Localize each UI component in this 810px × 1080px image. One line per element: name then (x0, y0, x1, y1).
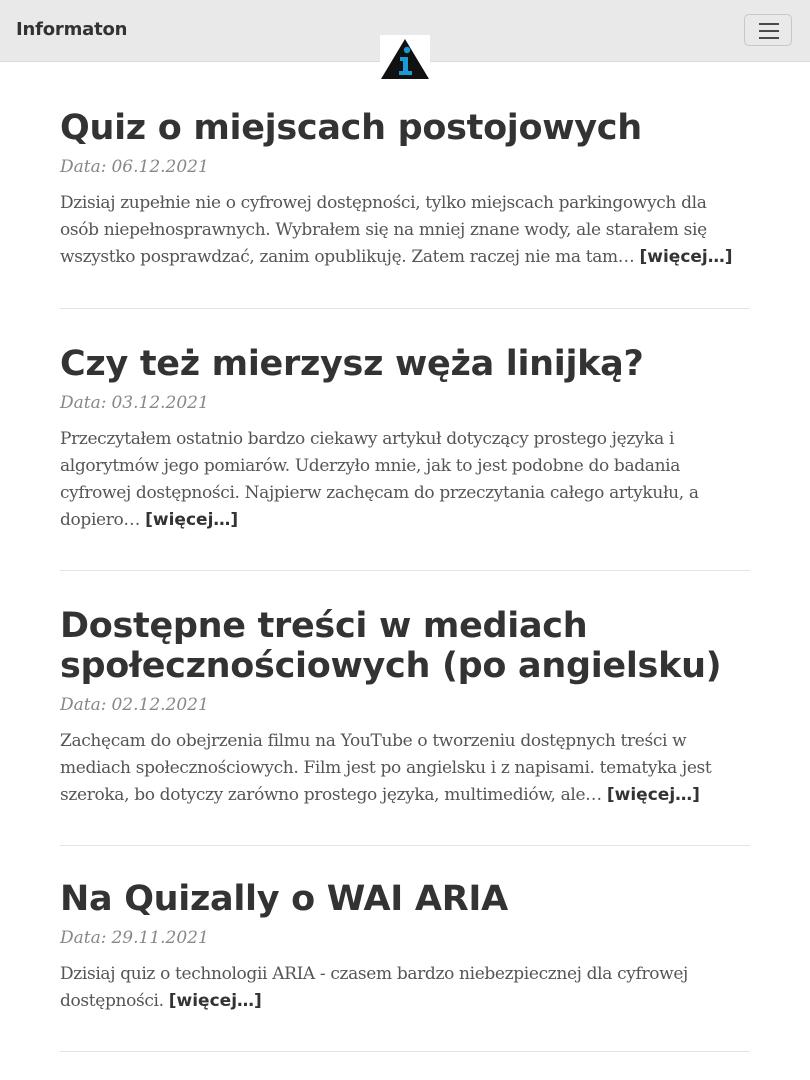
post-date: Data: 29.11.2021 (60, 927, 750, 949)
read-more-link[interactable]: [więcej…] (607, 785, 700, 805)
read-more-link[interactable]: [więcej…] (145, 510, 238, 530)
post-date: Data: 03.12.2021 (60, 392, 750, 414)
post-list: Quiz o miejscach postojowych Data: 06.12.… (60, 108, 750, 1052)
post-excerpt: Zachęcam do obejrzenia filmu na YouTube … (60, 728, 750, 809)
read-more-link[interactable]: [więcej…] (639, 247, 732, 267)
read-more-link[interactable]: [więcej…] (169, 991, 262, 1011)
post-title[interactable]: Quiz o miejscach postojowych (60, 108, 750, 148)
post-title[interactable]: Czy też mierzysz węża linijką? (60, 344, 750, 384)
post-date-value: 06.12.2021 (111, 157, 209, 177)
post-date-value: 29.11.2021 (111, 928, 209, 948)
hamburger-line (759, 37, 779, 39)
post-excerpt: Dzisiaj quiz o technologii ARIA - czasem… (60, 961, 750, 1015)
post-date-value: 03.12.2021 (111, 393, 209, 413)
post-title[interactable]: Dostępne treści w mediach społecznościow… (60, 606, 750, 686)
post-date: Data: 02.12.2021 (60, 694, 750, 716)
post-excerpt: Przeczytałem ostatnio bardzo ciekawy art… (60, 426, 750, 534)
post-date-label: Data: (60, 157, 107, 177)
post-item: Dostępne treści w mediach społecznościow… (60, 606, 750, 846)
menu-toggle-button[interactable] (744, 14, 792, 46)
post-item: Na Quizally o WAI ARIA Data: 29.11.2021 D… (60, 879, 750, 1052)
post-date-label: Data: (60, 393, 107, 413)
post-excerpt-text: Dzisiaj zupełnie nie o cyfrowej dostępno… (60, 193, 707, 267)
info-triangle-icon (381, 39, 429, 79)
post-item: Czy też mierzysz węża linijką? Data: 03.1… (60, 344, 750, 571)
hamburger-line (759, 30, 779, 32)
post-date-value: 02.12.2021 (111, 695, 209, 715)
post-excerpt-text: Dzisiaj quiz o technologii ARIA - czasem… (60, 964, 688, 1011)
brand-link[interactable]: Informaton (16, 19, 127, 40)
hamburger-line (759, 23, 779, 25)
site-logo-icon[interactable] (380, 35, 430, 81)
post-date-label: Data: (60, 695, 107, 715)
post-item: Quiz o miejscach postojowych Data: 06.12.… (60, 108, 750, 309)
post-title[interactable]: Na Quizally o WAI ARIA (60, 879, 750, 919)
post-excerpt: Dzisiaj zupełnie nie o cyfrowej dostępno… (60, 190, 750, 271)
post-date-label: Data: (60, 928, 107, 948)
post-date: Data: 06.12.2021 (60, 156, 750, 178)
